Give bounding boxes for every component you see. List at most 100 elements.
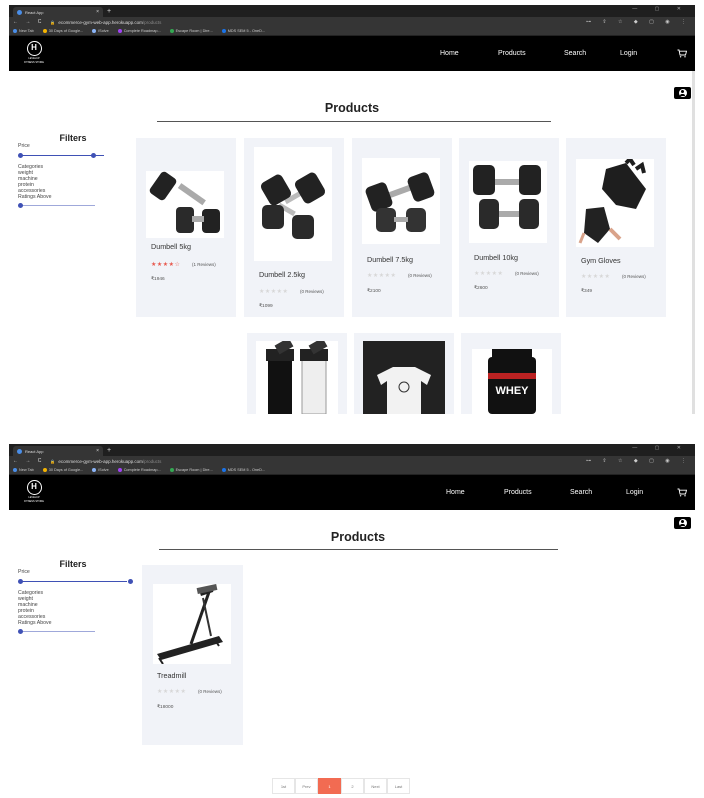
product-card[interactable]: Dumbell 10kg ★★★★★ (0 Reviews) ₹2600 [459,138,559,317]
product-price: ₹2100 [367,289,381,294]
bookmark-icon [169,468,174,472]
product-name: Dumbell 2.5kg [259,270,305,279]
title-underline [157,121,551,122]
bookmarks-bar: New Tab 30 Days of Google... iSolve Comp… [9,466,695,475]
browser-tabbar: React App × + — ▢ ✕ [9,5,695,17]
bookmark-icon [169,29,174,33]
ratings-handle[interactable] [18,202,23,208]
browser-tab[interactable]: React App × [13,446,103,456]
tshirt-image [363,341,445,414]
nav-login[interactable]: Login [620,50,637,57]
page-scrollbar[interactable] [692,71,695,414]
user-menu-button[interactable] [674,517,691,529]
product-card[interactable]: Dumbell 2.5kg ★★★★★ (0 Reviews) ₹1099 [244,138,344,317]
product-name: Dumbell 5kg [151,242,191,251]
bookmark-label: New Tab [19,29,34,33]
page-1-button[interactable]: 1 [318,778,341,794]
nav-buttons[interactable]: ← → C [13,19,44,25]
rating-stars: ★★★★★ [581,274,611,280]
nav-search[interactable]: Search [570,489,592,496]
whey-label: WHEY [496,385,530,397]
window-controls[interactable]: — ▢ ✕ [632,445,689,451]
product-card[interactable]: Dumbell 5kg ★★★★☆ (1 Reviews) ₹1946 [136,138,236,317]
page-prev-button[interactable]: Prev [295,778,318,794]
bookmark-icon [42,29,47,33]
nav-home[interactable]: Home [440,50,459,57]
bookmark-item[interactable]: MDS SEM 5 - OneD... [221,29,265,33]
product-card[interactable] [354,333,454,414]
rating-stars: ★★★★★ [367,273,397,279]
product-card[interactable]: Treadmill ★★★★★ (0 Reviews) ₹18000 [142,565,243,745]
dumbbell-image [362,158,440,244]
product-name: Treadmill [157,671,187,680]
review-count: (0 Reviews) [515,271,539,276]
ratings-handle[interactable] [18,628,23,634]
main-nav: Home Products Search Login [9,475,695,510]
bookmark-item[interactable]: 30 Days of Google... [42,468,83,472]
bookmark-label: Complete Roadmap... [123,29,161,33]
bookmark-item[interactable]: MDS SEM 5 - OneD... [221,468,265,472]
product-price: ₹349 [581,289,593,294]
bookmark-item[interactable]: Complete Roadmap... [117,468,161,472]
extension-icons[interactable]: ⊶ ⇧ ☆ ◆ ▢ ◉ ⋮ [586,458,691,464]
slider-track [20,204,95,206]
shaker-bottles-image [256,341,338,414]
nav-products[interactable]: Products [498,50,526,57]
page-next-button[interactable]: Next [364,778,387,794]
slider-max-handle[interactable] [91,152,96,158]
user-menu-button[interactable] [674,87,691,99]
bookmark-item[interactable]: iSolve [92,29,109,33]
extension-icons[interactable]: ⊶ ⇧ ☆ ◆ ▢ ◉ ⋮ [586,19,691,25]
new-tab-button[interactable]: + [107,446,111,456]
tab-close-icon[interactable]: × [96,448,99,454]
tab-title: React App [25,448,44,454]
price-range-slider[interactable] [18,578,133,584]
product-card[interactable]: Gym Gloves ★★★★★ (0 Reviews) ₹349 [566,138,666,317]
page-first-button[interactable]: 1st [272,778,295,794]
new-tab-button[interactable]: + [107,7,111,17]
bookmark-item[interactable]: New Tab [13,468,34,472]
nav-buttons[interactable]: ← → C [13,458,44,464]
ratings-slider[interactable] [18,628,110,634]
page-2-button[interactable]: 2 [341,778,364,794]
cart-icon[interactable] [677,488,688,499]
ratings-slider[interactable] [18,202,110,208]
bookmark-icon [221,29,226,33]
cart-icon[interactable] [677,49,688,60]
bookmark-item[interactable]: Complete Roadmap... [117,29,161,33]
bookmark-item[interactable]: iSolve [92,468,109,472]
bookmark-icon [13,29,17,33]
bookmark-icon [13,468,17,472]
bookmark-item[interactable]: New Tab [13,29,34,33]
slider-max-handle[interactable] [128,578,133,584]
gloves-image [576,159,654,247]
slider-min-handle[interactable] [18,152,23,158]
bookmark-item[interactable]: Escape Room | Dire... [169,468,213,472]
product-card[interactable]: Dumbell 7.5kg ★★★★★ (0 Reviews) ₹2100 [352,138,452,317]
page-last-button[interactable]: Last [387,778,410,794]
price-label: Price [18,569,30,575]
bookmark-label: Complete Roadmap... [123,468,161,472]
window-controls[interactable]: — ▢ ✕ [632,6,689,12]
bookmark-label: Escape Room | Dire... [175,468,213,472]
bookmark-item[interactable]: 30 Days of Google... [42,29,83,33]
nav-login[interactable]: Login [626,489,643,496]
nav-home[interactable]: Home [446,489,465,496]
slider-min-handle[interactable] [18,578,23,584]
favicon-icon [17,448,22,454]
product-card[interactable]: WHEY [461,333,561,414]
bookmark-item[interactable]: Escape Room | Dire... [169,29,213,33]
nav-products[interactable]: Products [504,489,532,496]
tab-close-icon[interactable]: × [96,9,99,15]
nav-search[interactable]: Search [564,50,586,57]
browser-tab[interactable]: React App × [13,7,103,17]
rating-stars: ★★★★☆ [151,262,181,268]
title-underline [159,549,558,550]
url-field[interactable]: ecommerce-gym-web-app.herokuapp.com/prod… [58,459,161,464]
screenshot-page-2: React App × + — ▢ ✕ ← → C 🔒 ecommerce-gy… [9,444,695,798]
main-nav: Home Products Search Login [9,36,695,71]
product-card[interactable] [247,333,347,414]
price-range-slider[interactable] [18,152,110,158]
bookmark-icon [221,468,226,472]
url-field[interactable]: ecommerce-gym-web-app.herokuapp.com/prod… [58,20,161,25]
